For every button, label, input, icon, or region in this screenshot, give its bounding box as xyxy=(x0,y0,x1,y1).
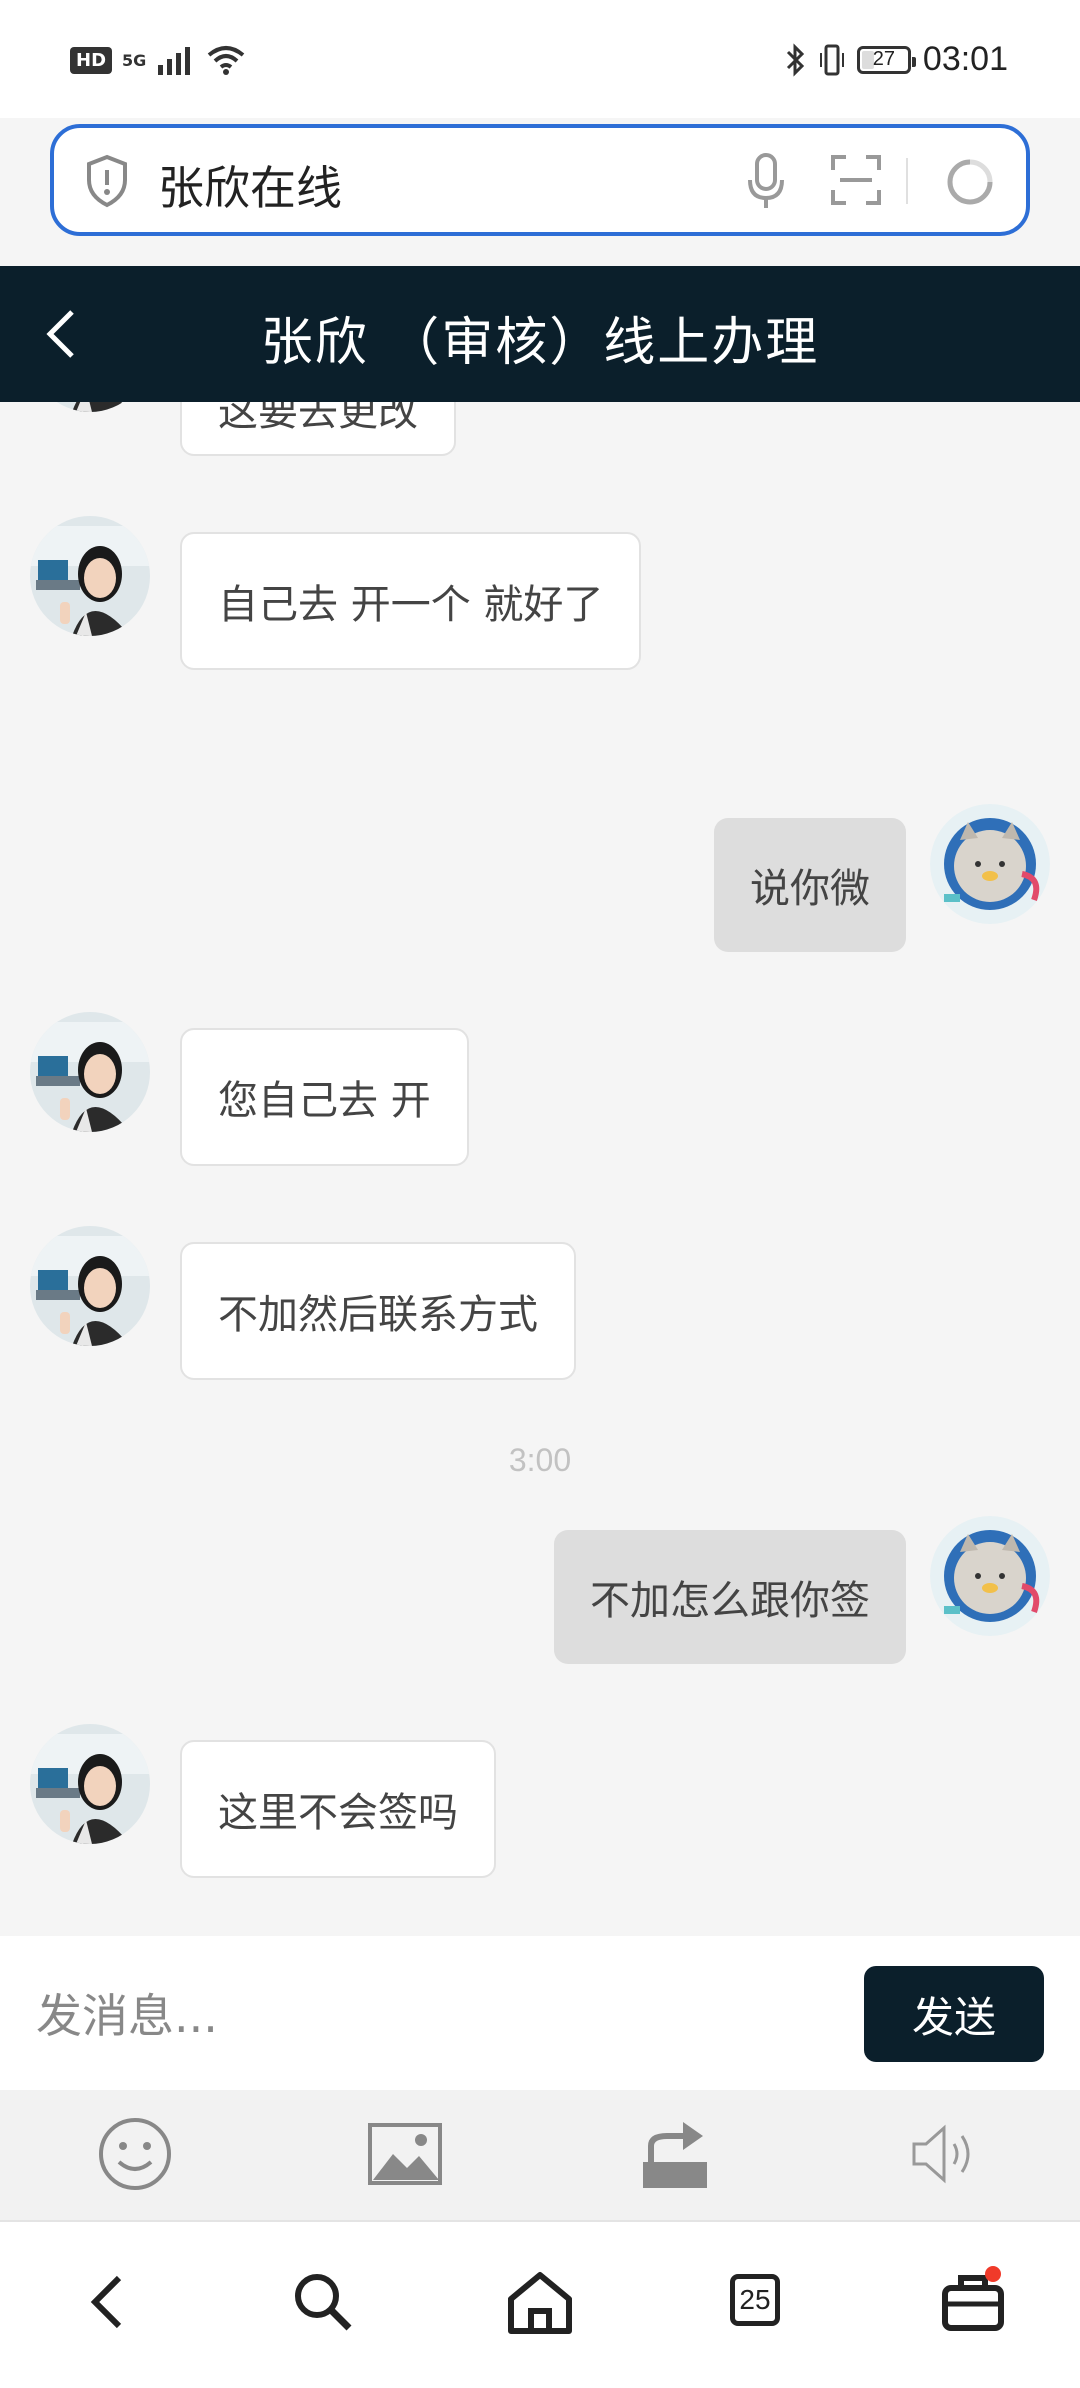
address-text[interactable]: 张欣在线 xyxy=(158,152,342,218)
vibrate-icon xyxy=(819,44,844,75)
message-input[interactable]: 发消息... xyxy=(36,1980,218,2046)
divider xyxy=(906,158,908,204)
nav-search-button[interactable] xyxy=(283,2262,363,2342)
home-icon xyxy=(508,2272,572,2334)
message-bubble-incoming[interactable]: 自己去 开一个 就好了 xyxy=(180,532,642,670)
shield-icon[interactable] xyxy=(84,154,130,208)
page-title: 张欣 （审核）线上办理 xyxy=(260,313,820,373)
share-icon xyxy=(643,2122,707,2188)
message-text: 不加然后联系方式 xyxy=(218,1292,538,1338)
chat-header: 张欣 （审核）线上办理 xyxy=(0,266,1080,402)
chat-area[interactable]: 这要去更改 自己去 开一个 就好了 说你微 您自己去 开 不加然后联系方式 3:… xyxy=(0,402,1080,1936)
search-icon xyxy=(295,2274,352,2331)
emoji-icon xyxy=(99,2118,171,2190)
clock: 03:01 xyxy=(922,40,1008,78)
chevron-left-icon xyxy=(90,2275,122,2329)
battery-icon: 27 xyxy=(856,45,916,74)
speaker-icon xyxy=(912,2124,970,2184)
user-avatar xyxy=(930,1516,1050,1636)
scan-icon[interactable] xyxy=(830,154,882,206)
message-text: 这里不会签吗 xyxy=(218,1790,458,1836)
user-avatar xyxy=(930,804,1050,924)
image-button[interactable] xyxy=(365,2114,445,2194)
message-bubble-incoming[interactable]: 这要去更改 xyxy=(180,402,456,456)
voice-button[interactable] xyxy=(905,2114,985,2194)
message-bubble-outgoing[interactable]: 说你微 xyxy=(714,818,906,952)
message-input-bar: 发消息... 发送 xyxy=(0,1936,1080,2090)
message-bubble-incoming[interactable]: 这里不会签吗 xyxy=(180,1740,496,1878)
microphone-icon[interactable] xyxy=(746,152,786,212)
message-bubble-incoming[interactable]: 您自己去 开 xyxy=(180,1028,469,1166)
send-button[interactable]: 发送 xyxy=(864,1966,1044,2062)
chat-toolbar xyxy=(0,2090,1080,2222)
hd-badge: HD xyxy=(70,46,113,74)
message-text: 您自己去 开 xyxy=(218,1078,431,1124)
agent-avatar xyxy=(30,1226,150,1346)
status-bar: HD 5G 27 03:01 xyxy=(0,0,1080,118)
message-text: 说你微 xyxy=(750,866,870,912)
emoji-button[interactable] xyxy=(95,2114,175,2194)
message-text: 自己去 开一个 就好了 xyxy=(218,582,604,628)
message-text: 这要去更改 xyxy=(218,402,418,435)
bluetooth-icon xyxy=(786,42,805,77)
agent-avatar xyxy=(30,402,150,412)
nav-home-button[interactable] xyxy=(500,2262,580,2342)
browser-nav-bar: 25 xyxy=(0,2222,1080,2388)
image-icon xyxy=(368,2123,442,2185)
agent-avatar xyxy=(30,1012,150,1132)
address-bar[interactable]: 张欣在线 xyxy=(50,124,1030,236)
nav-tabs-button[interactable]: 25 xyxy=(716,2262,796,2342)
tab-count: 25 xyxy=(730,2274,780,2326)
network-type: 5G xyxy=(122,50,147,70)
battery-level-text: 27 xyxy=(872,48,896,70)
timestamp: 3:00 xyxy=(508,1442,572,1478)
share-button[interactable] xyxy=(635,2114,715,2194)
signal-icon xyxy=(158,47,191,75)
message-bubble-outgoing[interactable]: 不加怎么跟你签 xyxy=(554,1530,906,1664)
notification-dot xyxy=(985,2266,1001,2282)
agent-avatar xyxy=(30,1724,150,1844)
agent-avatar xyxy=(30,516,150,636)
wifi-icon xyxy=(208,46,245,75)
message-text: 不加怎么跟你签 xyxy=(590,1578,870,1624)
message-bubble-incoming[interactable]: 不加然后联系方式 xyxy=(180,1242,576,1380)
nav-back-button[interactable] xyxy=(67,2262,147,2342)
nav-menu-button[interactable] xyxy=(933,2262,1013,2342)
refresh-icon[interactable] xyxy=(942,154,998,210)
